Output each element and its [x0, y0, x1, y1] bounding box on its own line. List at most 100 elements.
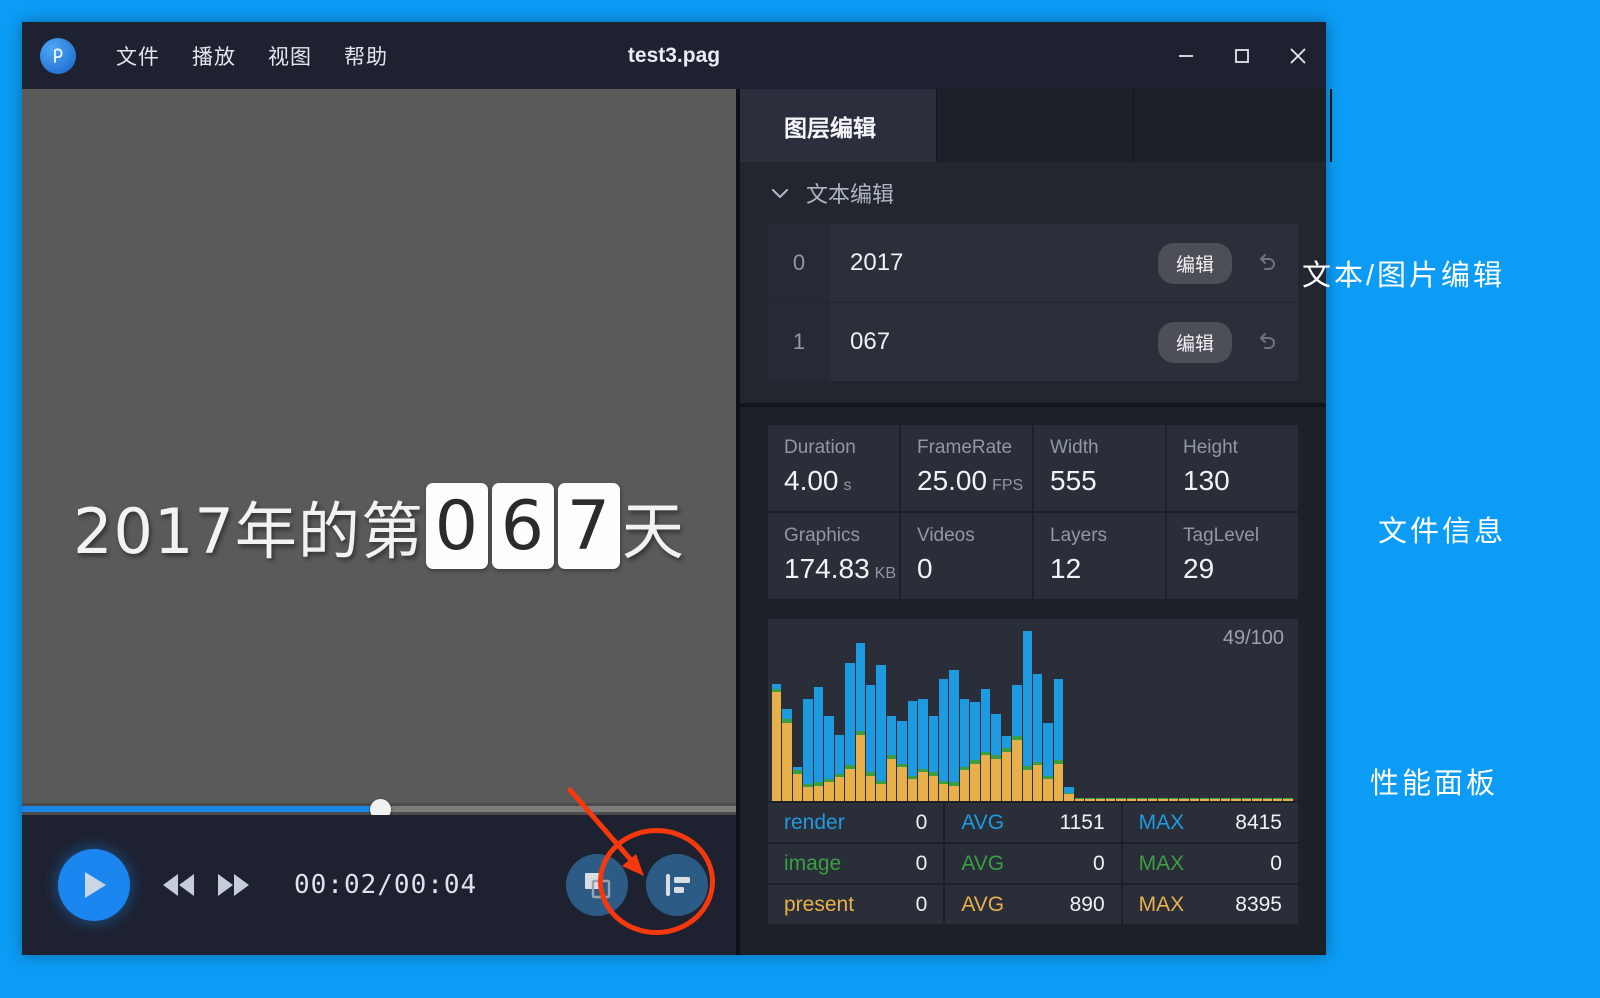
pag-logo-icon [40, 38, 76, 74]
stat-value: 8415 [1235, 811, 1282, 835]
table-row[interactable]: 1 067 编辑 [768, 303, 1298, 381]
info-label: Graphics [784, 525, 899, 547]
chart-bar [1221, 631, 1230, 801]
stat-cell-image-avg: AVG 0 [945, 844, 1120, 883]
play-icon [79, 869, 109, 901]
preview-digit-1: 6 [492, 483, 554, 569]
chart-bar [1231, 631, 1240, 801]
stat-cell-present-avg: AVG890 [945, 885, 1120, 924]
tab-slot-3[interactable] [1134, 89, 1331, 162]
text-edit-section: 文本编辑 0 2017 编辑 1 067 编辑 [740, 162, 1326, 407]
stat-key: AVG [961, 852, 1004, 876]
stat-key: image [784, 852, 841, 876]
chart-bar [1210, 631, 1219, 801]
seg-present [1273, 799, 1282, 801]
seg-present [1252, 799, 1261, 801]
row-edit-button[interactable]: 编辑 [1158, 243, 1232, 284]
seg-present [908, 779, 917, 801]
info-number: 0 [917, 553, 933, 585]
text-edit-section-header[interactable]: 文本编辑 [740, 162, 1326, 224]
annotation-performance: 性能面板 [1370, 760, 1498, 802]
seg-present [897, 767, 906, 801]
preview-stage[interactable]: 2017年的第 0 6 7 天 编辑面板开关 [22, 89, 736, 803]
menu-item-play[interactable]: 播放 [176, 35, 252, 77]
seg-render [824, 716, 833, 779]
timecode-display: 00:02/00:04 [294, 870, 477, 900]
info-unit: FPS [992, 477, 1023, 495]
row-text-value[interactable]: 067 [830, 328, 1158, 356]
chart-bar [1043, 631, 1052, 801]
seg-present [793, 774, 802, 801]
seg-render [866, 685, 875, 772]
table-row[interactable]: 0 2017 编辑 [768, 224, 1298, 303]
stat-key: AVG [961, 893, 1004, 917]
chart-bar [1242, 631, 1251, 801]
stat-key: present [784, 893, 854, 917]
seg-present [814, 786, 823, 801]
chart-bar [1137, 631, 1146, 801]
fast-forward-button[interactable] [210, 862, 256, 908]
stat-cell-render-avg: AVG1151 [945, 803, 1120, 842]
title-bar: 文件 播放 视图 帮助 test3.pag [22, 22, 1326, 89]
file-info-grid: Duration4.00sFrameRate25.00FPSWidth555He… [768, 425, 1298, 599]
annotation-file-info: 文件信息 [1378, 508, 1506, 550]
file-info-section: Duration4.00sFrameRate25.00FPSWidth555He… [740, 407, 1326, 609]
seg-present [960, 770, 969, 801]
chart-bar [1273, 631, 1282, 801]
play-button[interactable] [58, 849, 130, 921]
progress-bar[interactable] [22, 803, 736, 815]
panel-body: 文本编辑 0 2017 编辑 1 067 编辑 [740, 162, 1326, 955]
performance-section: 49/100 render0AVG1151MAX8415image0AVG0MA… [740, 609, 1326, 955]
tab-slot-2[interactable] [937, 89, 1134, 162]
tab-layer-edit[interactable]: 图层编辑 [740, 89, 937, 162]
menu-item-view[interactable]: 视图 [252, 35, 328, 77]
edit-panel-toggle-button[interactable] [646, 854, 708, 916]
info-value: 4.00s [784, 465, 899, 497]
seg-render [1043, 723, 1052, 776]
stat-cell-image-count: image 0 [768, 844, 943, 883]
seg-present [981, 755, 990, 801]
stat-value: 0 [916, 852, 928, 876]
info-number: 25.00 [917, 465, 987, 497]
chart-bar [929, 631, 938, 801]
seg-render [803, 699, 812, 784]
seg-present [835, 777, 844, 801]
rewind-button[interactable] [156, 862, 202, 908]
seg-present [856, 735, 865, 801]
info-number: 130 [1183, 465, 1230, 497]
seg-present [1148, 799, 1157, 801]
seg-present [1158, 799, 1167, 801]
chart-bar [1263, 631, 1272, 801]
seg-present [1054, 764, 1063, 801]
text-edit-section-title: 文本编辑 [806, 177, 894, 209]
stat-cell-render-count: render0 [768, 803, 943, 842]
chart-bar [1012, 631, 1021, 801]
seg-present [1169, 799, 1178, 801]
info-label: Width [1050, 437, 1165, 459]
chart-bar [918, 631, 927, 801]
maximize-button[interactable] [1214, 22, 1270, 89]
player-right-actions [548, 854, 708, 916]
chart-bar [782, 631, 791, 801]
undo-icon[interactable] [1244, 250, 1290, 276]
chevron-down-icon[interactable] [768, 181, 792, 205]
chart-bar [814, 631, 823, 801]
undo-icon[interactable] [1244, 329, 1290, 355]
chart-bar [1096, 631, 1105, 801]
row-index: 0 [768, 224, 830, 302]
chart-bar [803, 631, 812, 801]
info-label: Videos [917, 525, 1032, 547]
row-text-value[interactable]: 2017 [830, 249, 1158, 277]
minimize-button[interactable] [1158, 22, 1214, 89]
stat-value: 0 [1093, 852, 1105, 876]
close-button[interactable] [1270, 22, 1326, 89]
menu-item-file[interactable]: 文件 [100, 35, 176, 77]
stat-cell-present-max: MAX8395 [1123, 885, 1298, 924]
info-cell-framerate: FrameRate25.00FPS [901, 425, 1032, 511]
menu-item-help[interactable]: 帮助 [328, 35, 404, 77]
edit-panel-toggle-icon [660, 868, 694, 902]
chart-bar [1169, 631, 1178, 801]
info-cell-height: Height130 [1167, 425, 1298, 511]
row-edit-button[interactable]: 编辑 [1158, 322, 1232, 363]
compare-button[interactable] [566, 854, 628, 916]
